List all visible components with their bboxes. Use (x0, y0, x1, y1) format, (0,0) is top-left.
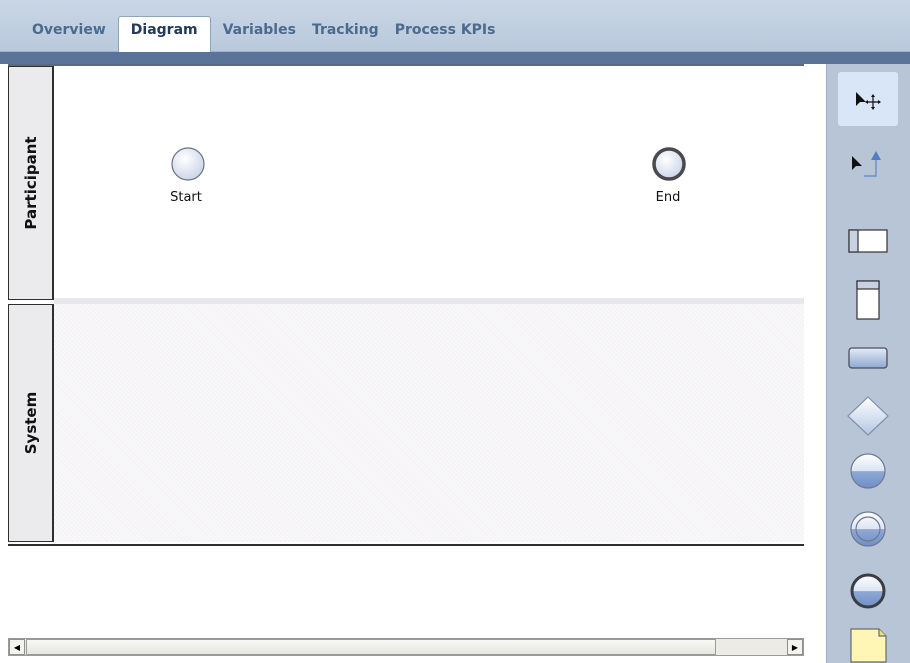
tab-overview[interactable]: Overview (24, 16, 114, 52)
note-icon (850, 628, 887, 663)
horizontal-lane-tool[interactable] (838, 215, 898, 269)
lane-header-system[interactable]: System (8, 304, 54, 542)
tab-process-kpis[interactable]: Process KPIs (387, 16, 504, 52)
connect-icon (852, 151, 881, 177)
pool-bottom-border (8, 544, 804, 546)
lane-label-participant: Participant (21, 136, 40, 230)
tab-bar-underline (0, 52, 910, 64)
end-event-tool[interactable] (838, 564, 898, 618)
gateway-icon (847, 396, 889, 436)
horizontal-scrollbar[interactable]: ◀ ▶ (8, 638, 804, 656)
tab-list: Overview Diagram Variables Tracking Proc… (24, 16, 503, 52)
lane-header-participant[interactable]: Participant (8, 66, 54, 300)
intermediate-event-icon (850, 511, 886, 547)
arrow-right-icon: ▶ (791, 642, 799, 652)
tab-tracking[interactable]: Tracking (304, 16, 387, 52)
gateway-tool[interactable] (838, 389, 898, 443)
lane-label-system: System (21, 391, 40, 455)
intermediate-event-tool[interactable] (838, 502, 898, 556)
start-event-tool[interactable] (838, 444, 898, 498)
start-event-label: Start (170, 190, 202, 205)
tab-diagram[interactable]: Diagram (117, 16, 211, 52)
diagram-canvas[interactable]: Participant System Start End (8, 64, 804, 632)
vertical-lane-tool[interactable] (838, 274, 898, 328)
select-move-tool[interactable] (838, 72, 898, 126)
tab-bar: Overview Diagram Variables Tracking Proc… (0, 0, 910, 52)
connect-tool[interactable] (838, 134, 898, 188)
note-tool[interactable] (838, 612, 898, 663)
activity-icon (848, 347, 888, 369)
end-event[interactable] (651, 146, 687, 182)
start-event-icon (850, 453, 886, 489)
end-event-icon (850, 573, 886, 609)
scroll-right-button[interactable]: ▶ (787, 639, 803, 655)
select-move-icon (856, 92, 881, 110)
scroll-left-button[interactable]: ◀ (9, 639, 25, 655)
vertical-lane-icon (856, 280, 880, 320)
activity-tool[interactable] (838, 332, 898, 386)
scroll-thumb[interactable] (26, 639, 716, 655)
tool-palette (826, 64, 910, 663)
tab-variables[interactable]: Variables (215, 16, 304, 52)
start-event[interactable] (170, 146, 206, 182)
lane-participant[interactable] (54, 66, 804, 298)
lane-system[interactable] (54, 304, 804, 542)
end-event-label: End (655, 190, 681, 205)
arrow-left-icon: ◀ (13, 642, 21, 652)
horizontal-lane-icon (848, 229, 888, 253)
